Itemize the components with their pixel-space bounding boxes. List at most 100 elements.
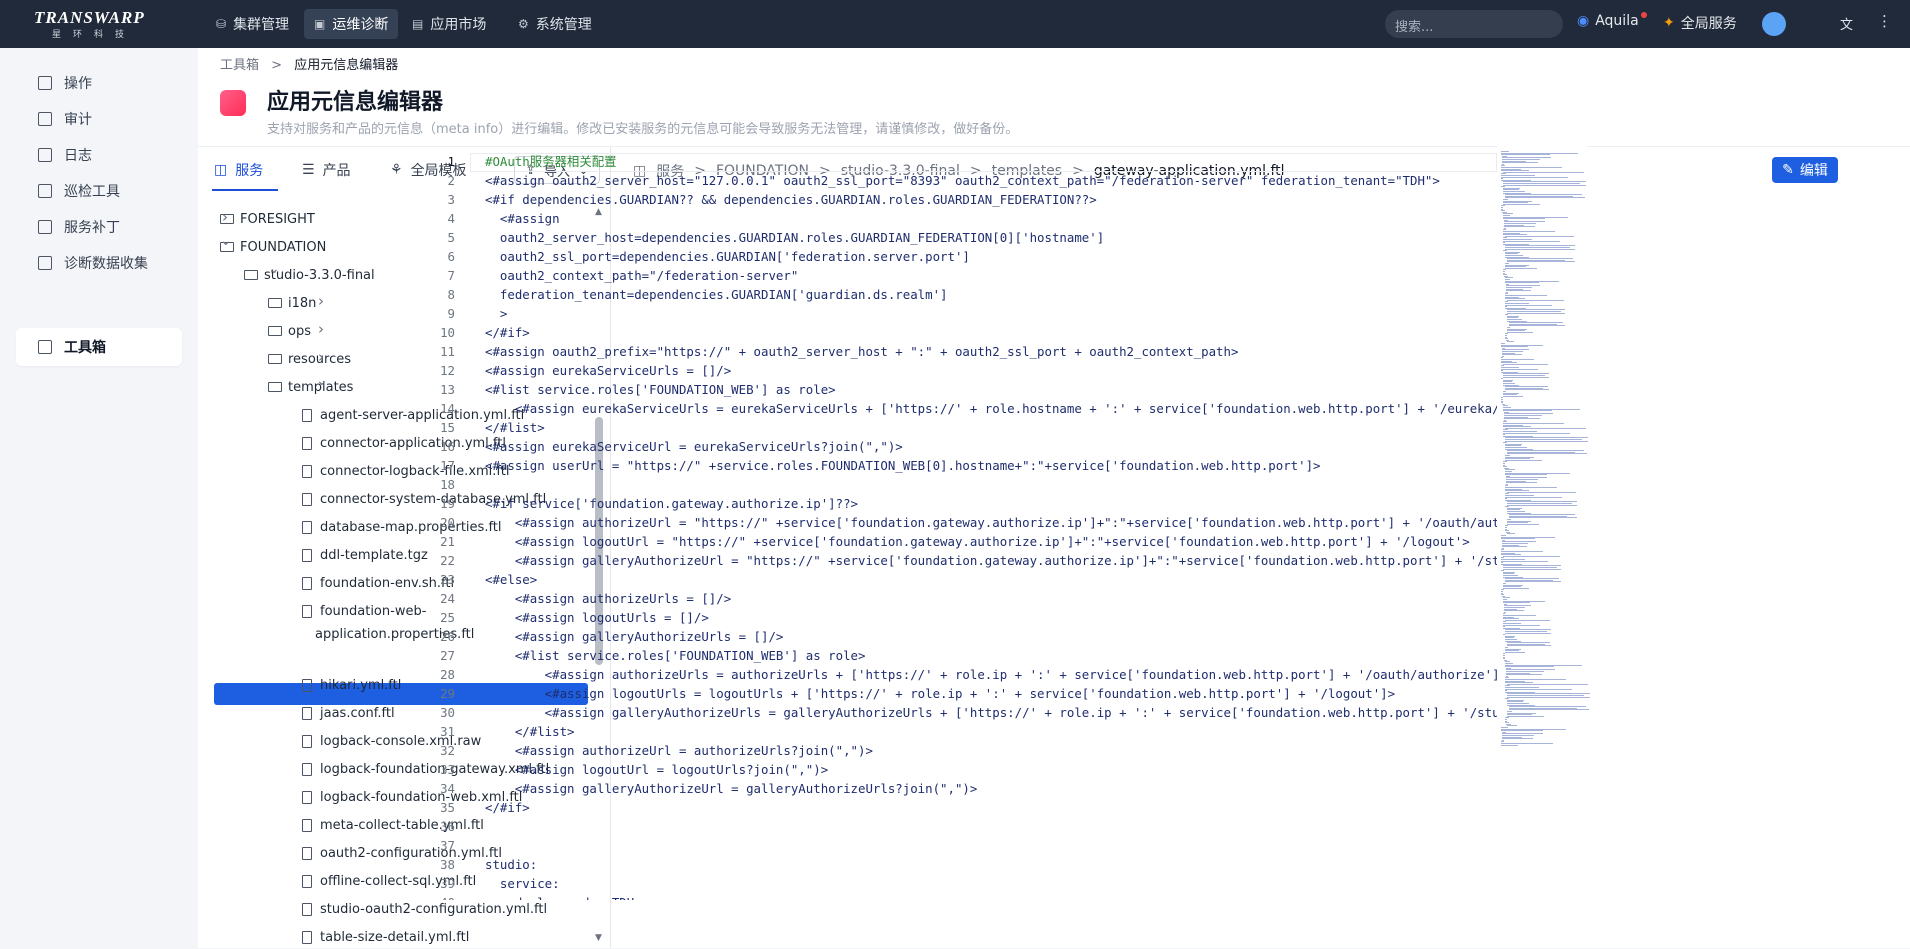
nav-ops-diagnosis[interactable]: ▣ 运维诊断 [304, 9, 399, 39]
tab-products[interactable]: ☰ 产品 [302, 157, 351, 183]
code-text: > [485, 306, 508, 321]
cluster-icon: ⛁ [216, 17, 227, 31]
code-text: </#if> [485, 325, 530, 340]
tree-file[interactable]: hikari.yml.ftl [302, 673, 401, 697]
aquila-button[interactable]: ◉ Aquila [1577, 12, 1647, 29]
minimap-line [1501, 744, 1518, 746]
global-search-input[interactable]: 搜索... [1385, 10, 1563, 38]
code-line: 21 <#assign logoutUrl = "https://" +serv… [413, 533, 1497, 551]
file-icon [302, 576, 312, 590]
code-line: 16 <#assign eurekaServiceUrl = eurekaServ… [413, 438, 1497, 456]
avatar[interactable] [1762, 12, 1786, 36]
chevron-down-icon[interactable]: ⌄ [220, 233, 232, 249]
minimap-line [1505, 235, 1574, 237]
edit-button[interactable]: ✎ 编辑 [1772, 157, 1838, 183]
tree-file[interactable]: ddl-template.tgz [302, 543, 428, 567]
sidebar-item-toolbox[interactable]: 工具箱 [16, 328, 182, 366]
code-text: oauth2_context_path="/federation-server" [485, 268, 799, 283]
brand-logo[interactable]: TRANSWARP 星环科技 [34, 8, 162, 42]
minimap-line [1503, 171, 1584, 173]
breadcrumb-current: 应用元信息编辑器 [294, 58, 399, 73]
breadcrumb-root[interactable]: 工具箱 [220, 58, 259, 73]
code-editor[interactable]: 1 #OAuth服务器相关配置 2 <#assign oauth2_server_ho… [413, 145, 1497, 900]
code-line: 6 oauth2_ssl_port=dependencies.GUARDIAN[… [413, 248, 1497, 266]
minimap-line [1504, 610, 1524, 612]
tree-file[interactable]: studio-oauth2-configuration.yml.ftl [302, 897, 547, 921]
brand-name: TRANSWARP [34, 8, 145, 27]
scroll-down-arrow[interactable]: ▼ [595, 933, 602, 943]
tree-folder[interactable]: › resources [268, 347, 351, 371]
code-text: <#assign eurekaServiceUrls = eurekaServi… [485, 401, 1497, 416]
minimap-line [1503, 363, 1548, 365]
tree-folder[interactable]: › FORESIGHT [220, 207, 315, 231]
code-text: <#assign [485, 211, 560, 226]
nav-app-market[interactable]: ▤ 应用市场 [402, 9, 496, 39]
code-minimap[interactable] [1497, 145, 1590, 900]
sidebar-item-inspection-tools[interactable]: 巡检工具 [16, 172, 182, 210]
tree-file[interactable]: foundation-web- [302, 599, 426, 623]
code-text: <#assign galleryAuthorizeUrl = galleryAu… [485, 781, 978, 796]
file-icon [302, 492, 312, 506]
nav-cluster-management[interactable]: ⛁ 集群管理 [206, 9, 299, 39]
code-text: <#assign authorizeUrl = "https://" +serv… [485, 515, 1497, 530]
line-number: 6 [447, 249, 455, 264]
tree-folder[interactable]: ⌄ studio-3.3.0-final [244, 261, 375, 287]
tree-file[interactable]: table-size-detail.yml.ftl [302, 925, 469, 949]
minimap-line [1503, 203, 1541, 205]
line-number: 26 [440, 629, 455, 644]
chevron-right-icon[interactable]: › [316, 348, 326, 366]
minimap-line [1506, 290, 1532, 292]
code-line: 10 </#if> [413, 324, 1497, 342]
global-service-button[interactable]: ✦ 全局服务 [1663, 13, 1737, 33]
line-number: 22 [440, 553, 455, 568]
more-icon[interactable]: ⋮ [1877, 12, 1892, 30]
file-icon [302, 650, 312, 664]
tree-folder[interactable]: ⌄ templates [268, 373, 353, 399]
code-text: <#assign logoutUrls = []/> [485, 610, 709, 625]
minimap-line [1503, 555, 1560, 557]
tree-item-label: FOUNDATION [240, 239, 327, 255]
tree-file[interactable]: jaas.conf.ftl [302, 701, 395, 725]
minimap-line [1503, 184, 1586, 186]
minimap-line [1503, 376, 1549, 378]
tree-folder[interactable]: ⌄ FOUNDATION [220, 233, 327, 259]
code-text: oauth2_server_host=dependencies.GUARDIAN… [485, 230, 1105, 245]
tree-folder[interactable]: › i18n [268, 291, 324, 315]
minimap-line [1502, 354, 1522, 356]
chevron-right-icon[interactable]: › [220, 208, 230, 226]
code-text: #OAuth服务器相关配置 [485, 154, 617, 169]
chevron-down-icon[interactable]: ⌄ [268, 261, 280, 277]
sidebar-item-logs[interactable]: 日志 [16, 136, 182, 174]
tree-item-label: table-size-detail.yml.ftl [320, 929, 470, 945]
code-line: 27 <#list service.roles['FOUNDATION_WEB'… [413, 647, 1497, 665]
tree-item-label: studio-3.3.0-final [264, 267, 375, 283]
minimap-line [1501, 730, 1543, 732]
sidebar-item-diagnostic-data[interactable]: 诊断数据收集 [16, 244, 182, 282]
folder-icon [244, 270, 258, 280]
code-text: <#assign oauth2_server_host="127.0.0.1" … [485, 173, 1440, 188]
minimap-line [1503, 410, 1553, 412]
tab-services[interactable]: ◫ 服务 [214, 157, 263, 183]
breadcrumb-separator: > [271, 58, 283, 73]
line-number: 25 [440, 610, 455, 625]
translate-icon[interactable]: 文 [1840, 14, 1853, 33]
code-text: </#list> [485, 420, 545, 435]
code-text: <#assign logoutUrls = logoutUrls + ['htt… [485, 686, 1396, 701]
code-line: 22 <#assign galleryAuthorizeUrl = "https… [413, 552, 1497, 570]
code-line: 33 <#assign logoutUrl = logoutUrls?join(… [413, 761, 1497, 779]
nav-system-management[interactable]: ⚙ 系统管理 [508, 9, 602, 39]
folder-icon [268, 382, 282, 392]
chevron-down-icon[interactable]: ⌄ [316, 373, 328, 389]
chevron-right-icon[interactable]: › [316, 292, 326, 310]
minimap-line [1502, 546, 1528, 548]
minimap-line [1501, 346, 1529, 348]
tree-folder[interactable]: › ops [268, 319, 324, 343]
code-text: <#assign oauth2_prefix="https://" + oaut… [485, 344, 1239, 359]
line-number: 15 [440, 420, 455, 435]
sidebar-item-audit[interactable]: 审计 [16, 100, 182, 138]
minimap-line [1505, 632, 1551, 634]
line-number: 29 [440, 686, 455, 701]
sidebar-item-operations[interactable]: 操作 [16, 64, 182, 102]
chevron-right-icon[interactable]: › [316, 320, 326, 338]
sidebar-item-service-patch[interactable]: 服务补丁 [16, 208, 182, 246]
